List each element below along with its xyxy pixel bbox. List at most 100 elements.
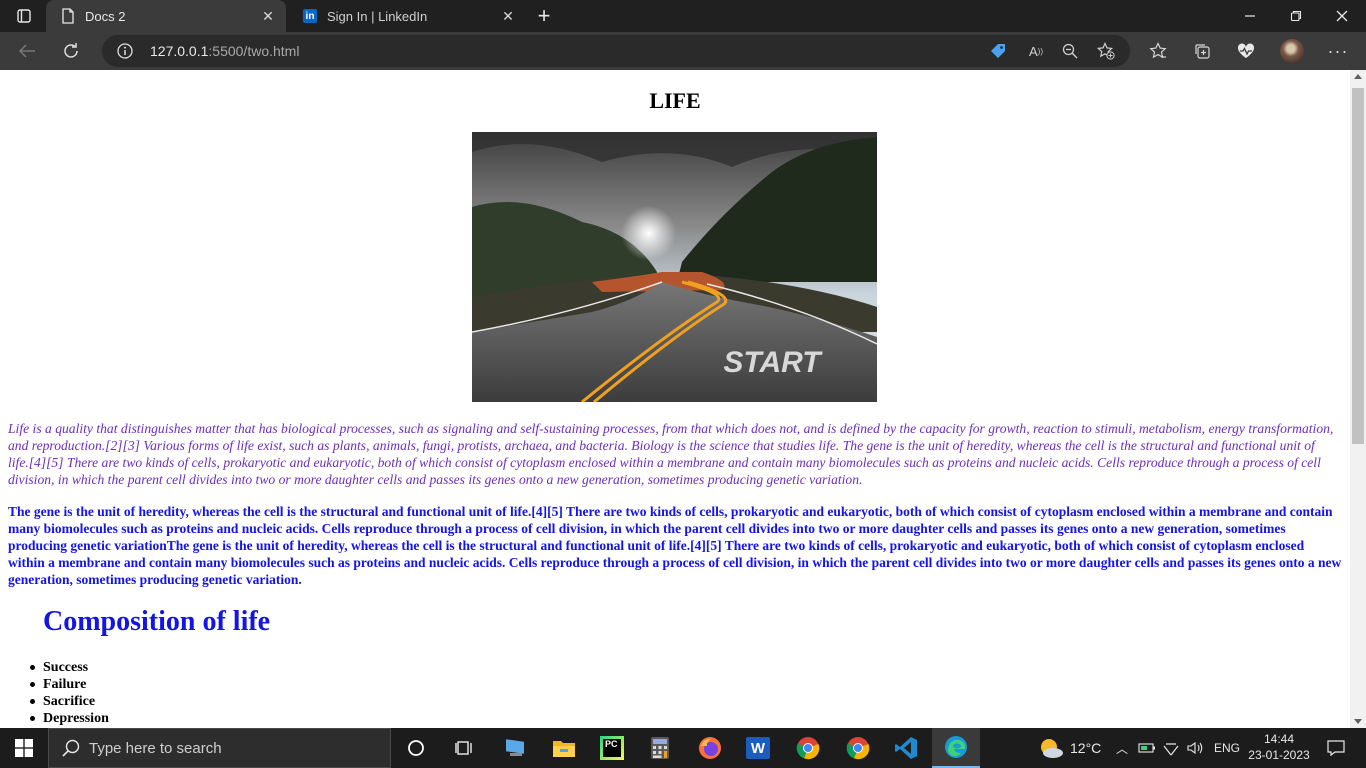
heart-pulse-icon [1237, 43, 1255, 58]
word-button[interactable]: W [734, 728, 782, 768]
document-icon [60, 8, 76, 24]
chevron-up-icon[interactable]: ︿ [1114, 740, 1130, 757]
language-indicator[interactable]: ENG [1214, 741, 1240, 755]
chrome-button[interactable] [784, 728, 832, 768]
clock-time: 14:44 [1263, 732, 1295, 746]
bold-paragraph: The gene is the unit of heredity, wherea… [8, 504, 1342, 587]
scroll-down-icon[interactable] [1354, 719, 1362, 724]
more-dots-icon: ··· [1327, 40, 1349, 61]
chrome-icon [846, 737, 870, 760]
calculator-icon [651, 737, 669, 759]
tab-actions-button[interactable] [2, 0, 46, 32]
collections-button[interactable] [1187, 36, 1217, 66]
collections-icon [1195, 44, 1210, 59]
road-landscape-image: START [472, 132, 877, 402]
firefox-button[interactable] [686, 728, 734, 768]
firefox-icon [699, 737, 721, 759]
word-icon: W [746, 737, 770, 759]
speaker-icon[interactable] [1186, 740, 1204, 756]
site-info-icon[interactable] [116, 42, 134, 60]
close-icon [1336, 10, 1348, 22]
list-item: Failure [30, 676, 109, 693]
scroll-up-icon[interactable] [1354, 74, 1362, 79]
tab-actions-icon [17, 9, 31, 23]
browser-essentials-button[interactable] [1231, 36, 1261, 66]
favorites-button[interactable] [1143, 36, 1173, 66]
linkedin-icon: in [302, 8, 318, 24]
composition-list: Success Failure Sacrifice Depression [30, 659, 109, 727]
edge-button[interactable] [932, 728, 980, 768]
page-scrollbar[interactable] [1350, 70, 1366, 728]
list-item: Success [30, 659, 109, 676]
minimize-button[interactable] [1228, 0, 1272, 32]
page-title: LIFE [649, 88, 701, 113]
favorites-icon [1149, 42, 1167, 59]
pycharm-label: PC [603, 739, 621, 757]
list-item: Depression [30, 711, 109, 726]
cloudy-sun-icon [1041, 739, 1063, 758]
tab-docs-2[interactable]: Docs 2 ✕ [46, 0, 286, 32]
edge-icon [945, 736, 967, 758]
address-bar[interactable]: 127.0.0.1:5500/two.html A)) [102, 35, 1130, 67]
windows-taskbar: Type here to search PC W 12°C ︿ ENG 14:4… [0, 728, 1366, 768]
cortana-icon [408, 740, 424, 756]
search-placeholder: Type here to search [89, 739, 222, 757]
web-page: LIFE START Life is a quality that distin… [0, 70, 1350, 728]
url-path: :5500/two.html [208, 43, 300, 59]
pc-app-button[interactable] [492, 728, 540, 768]
new-tab-button[interactable]: + [532, 3, 556, 28]
tab-label: Docs 2 [85, 8, 126, 24]
pycharm-icon: PC [600, 736, 624, 760]
vscode-icon [895, 737, 917, 759]
url-host: 127.0.0.1 [150, 43, 209, 59]
tab-label: Sign In | LinkedIn [327, 8, 428, 24]
tab-linkedin[interactable]: in Sign In | LinkedIn ✕ [288, 0, 526, 32]
cortana-button[interactable] [392, 728, 440, 768]
pycharm-button[interactable]: PC [588, 728, 636, 768]
windows-logo-icon [15, 739, 33, 757]
scrollbar-thumb[interactable] [1352, 88, 1364, 444]
weather-widget[interactable]: 12°C [1038, 728, 1101, 768]
calculator-button[interactable] [636, 728, 684, 768]
battery-icon[interactable] [1138, 742, 1156, 754]
network-icon[interactable] [1162, 740, 1180, 756]
add-favorite-icon[interactable] [1096, 41, 1116, 61]
close-tab-icon[interactable]: ✕ [256, 4, 280, 28]
chrome-icon [796, 737, 820, 760]
back-button[interactable] [12, 36, 42, 66]
back-arrow-icon [18, 44, 35, 58]
close-window-button[interactable] [1320, 0, 1364, 32]
minimize-icon [1245, 15, 1255, 17]
restore-button[interactable] [1274, 0, 1318, 32]
task-view-button[interactable] [440, 728, 488, 768]
system-tray[interactable]: ︿ ENG [1114, 728, 1240, 768]
clock-date: 23-01-2023 [1248, 748, 1310, 762]
close-tab-icon[interactable]: ✕ [496, 4, 520, 28]
section-heading: Composition of life [43, 606, 271, 637]
clock[interactable]: 14:44 23-01-2023 [1248, 731, 1310, 763]
pc-icon [506, 739, 524, 756]
url-text: 127.0.0.1:5500/two.html [150, 43, 299, 59]
weather-temp: 12°C [1070, 740, 1102, 756]
start-button[interactable] [0, 728, 48, 768]
refresh-button[interactable] [56, 36, 86, 66]
refresh-icon [64, 43, 78, 58]
read-aloud-icon[interactable]: A)) [1026, 41, 1046, 61]
start-road-text: START [723, 346, 823, 379]
restore-icon [1290, 10, 1302, 22]
task-view-icon [455, 741, 472, 755]
profile-button[interactable] [1277, 36, 1307, 66]
tab-strip: Docs 2 ✕ in Sign In | LinkedIn ✕ + [0, 0, 1366, 32]
browser-toolbar: 127.0.0.1:5500/two.html A)) ··· [0, 32, 1366, 70]
notification-icon [1327, 740, 1345, 757]
intro-paragraph: Life is a quality that distinguishes mat… [8, 421, 1334, 487]
vscode-button[interactable] [882, 728, 930, 768]
taskbar-search[interactable]: Type here to search [48, 728, 391, 768]
file-explorer-button[interactable] [540, 728, 588, 768]
list-item: Sacrifice [30, 693, 109, 710]
shopping-tag-icon[interactable] [988, 41, 1008, 61]
settings-menu-button[interactable]: ··· [1323, 36, 1353, 66]
notifications-button[interactable] [1316, 728, 1356, 768]
chrome-button[interactable] [834, 728, 882, 768]
zoom-out-icon[interactable] [1060, 41, 1080, 61]
